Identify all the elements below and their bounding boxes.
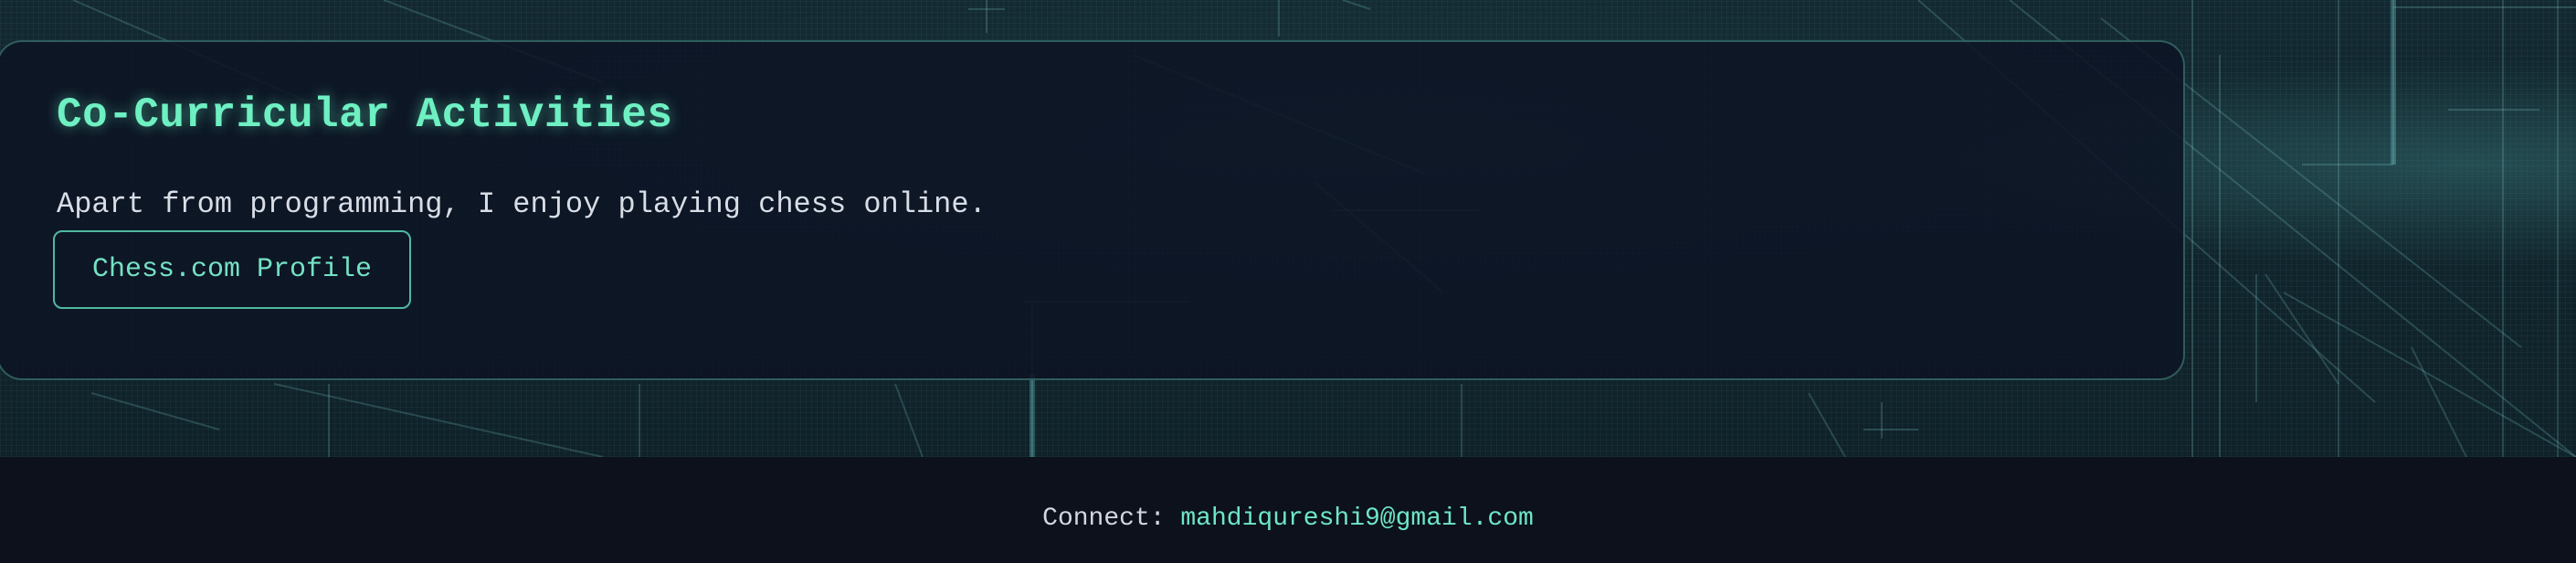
section-description: Apart from programming, I enjoy playing …	[57, 187, 987, 221]
email-link[interactable]: mahdiqureshi9@gmail.com	[1180, 505, 1533, 533]
chess-profile-button[interactable]: Chess.com Profile	[53, 230, 411, 309]
footer-connect: Connect: mahdiqureshi9@gmail.com	[0, 501, 2576, 537]
page: Co-Curricular Activities Apart from prog…	[0, 0, 2576, 563]
section-title: Co-Curricular Activities	[57, 91, 673, 139]
connect-label: Connect:	[1042, 505, 1166, 533]
